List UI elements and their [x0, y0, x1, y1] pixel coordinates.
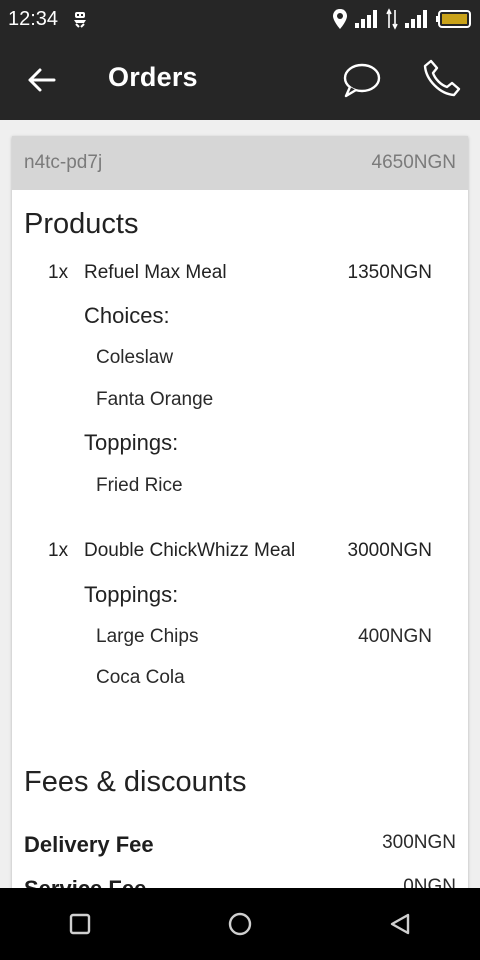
product-item: 1x Refuel Max Meal 1350NGN — [48, 262, 432, 284]
data-icon — [386, 8, 398, 30]
product-item: 1x Double ChickWhizz Meal 3000NGN — [48, 540, 432, 562]
option-group-title: Toppings: — [84, 582, 179, 607]
signal-icon — [405, 10, 427, 28]
option-price: 400NGN — [358, 626, 432, 647]
option-name: Fanta Orange — [96, 389, 214, 410]
order-id: n4tc-pd7j — [24, 152, 103, 173]
back-triangle-icon[interactable] — [388, 912, 412, 936]
status-bar: 12:34 — [0, 0, 480, 38]
location-icon — [333, 9, 347, 29]
order-card: n4tc-pd7j 4650NGN Products 1x Refuel Max… — [12, 136, 468, 901]
product-name: Double ChickWhizz Meal — [84, 540, 296, 561]
product-price: 1350NGN — [347, 262, 433, 283]
page-title: Orders — [108, 62, 198, 92]
fees-heading: Fees & discounts — [24, 766, 247, 798]
option-item: Fanta Orange — [96, 389, 432, 411]
option-group-title: Toppings: — [84, 430, 179, 455]
option-name: Fried Rice — [96, 475, 183, 496]
product-quantity: 1x — [48, 540, 69, 561]
phone-icon[interactable] — [422, 58, 462, 98]
home-circle-icon[interactable] — [227, 911, 253, 937]
system-nav-bar — [0, 888, 480, 960]
option-group-title: Choices: — [84, 303, 170, 328]
products-heading: Products — [24, 208, 139, 240]
order-total: 4650NGN — [371, 152, 457, 173]
option-name: Coleslaw — [96, 347, 174, 368]
app-bar: Orders — [0, 38, 480, 120]
option-item: Large Chips 400NGN — [96, 626, 432, 648]
back-arrow-icon[interactable] — [24, 62, 60, 98]
order-header[interactable]: n4tc-pd7j 4650NGN — [12, 136, 468, 190]
option-name: Coca Cola — [96, 667, 185, 688]
signal-icon — [355, 10, 377, 28]
status-time: 12:34 — [8, 7, 59, 30]
option-item: Coca Cola — [96, 667, 432, 689]
notification-icon — [74, 12, 87, 28]
product-price: 3000NGN — [347, 540, 433, 561]
battery-icon — [436, 10, 471, 28]
fee-label: Delivery Fee — [24, 832, 154, 857]
option-item: Fried Rice — [96, 475, 432, 497]
fee-value: 300NGN — [382, 832, 456, 853]
product-name: Refuel Max Meal — [84, 262, 227, 283]
option-name: Large Chips — [96, 626, 199, 647]
fee-row: Delivery Fee 300NGN — [24, 832, 456, 858]
recents-square-icon[interactable] — [68, 912, 92, 936]
option-item: Coleslaw — [96, 347, 432, 369]
product-quantity: 1x — [48, 262, 69, 283]
chat-bubble-icon[interactable] — [340, 60, 382, 100]
